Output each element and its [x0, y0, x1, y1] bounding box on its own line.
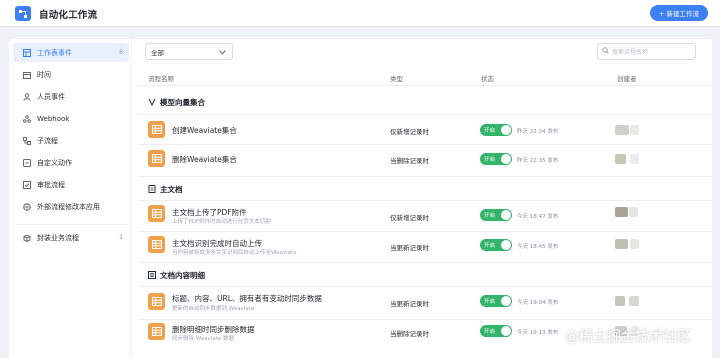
publish-time: 今天 19:04 发布	[517, 300, 559, 306]
sidebar-item-label: 审批流程	[37, 180, 65, 189]
search-icon	[602, 47, 609, 56]
sidebar: 工作表事件 6 时间 人员事件 Webhook 子流程 自定义动作 审批流程 外…	[9, 39, 131, 358]
creator-avatar	[615, 124, 643, 136]
group-title: 模型向量集合	[148, 97, 205, 108]
row-divider	[138, 319, 712, 320]
group-title: 主文档	[148, 184, 183, 195]
external-flow-icon	[23, 202, 31, 211]
row-divider	[138, 114, 712, 115]
header-divider	[138, 85, 712, 86]
creator-avatar	[615, 238, 643, 250]
package-icon	[23, 233, 31, 242]
sidebar-item-label: Webhook	[37, 114, 70, 123]
sidebar-divider	[17, 224, 127, 225]
table-icon	[148, 323, 165, 340]
row-divider	[138, 144, 712, 145]
status-toggle[interactable]: 开启	[480, 325, 512, 337]
search-placeholder: 搜索流程名称	[612, 49, 649, 56]
row-divider	[138, 262, 712, 263]
status-toggle[interactable]: 开启	[480, 124, 512, 136]
column-header-name: 流程名称	[148, 75, 174, 83]
column-header-creator: 创建者	[617, 75, 637, 83]
workflow-type: 当更新记录时	[390, 244, 429, 252]
row-divider	[138, 176, 712, 177]
workflow-type: 当删除记录时	[390, 157, 429, 165]
workflow-name[interactable]: 标题、内容、URL、拥有者有变动时同步数据	[172, 293, 322, 304]
workflow-name[interactable]: 创建Weaviate集合	[172, 125, 237, 136]
status-toggle[interactable]: 开启	[480, 153, 512, 165]
column-header-status: 状态	[481, 75, 494, 83]
person-icon	[23, 92, 31, 101]
search-input[interactable]: 搜索流程名称	[597, 43, 696, 60]
row-divider	[138, 231, 712, 232]
sidebar-item-package-flow[interactable]: 封装业务流程 1	[13, 228, 129, 247]
sidebar-item-count: 1	[119, 234, 123, 241]
sidebar-item-label: 自定义动作	[37, 158, 72, 167]
publish-time: 昨天 22:35 发布	[517, 158, 559, 164]
sidebar-item-label: 封装业务流程	[37, 233, 79, 242]
detail-list-icon	[148, 270, 156, 281]
workflow-description: 当内容被拆成多条文字识别后自动上传至Weaviate	[172, 250, 297, 256]
page-title: 自动化工作流	[39, 10, 98, 21]
subflow-icon	[23, 136, 31, 145]
sidebar-item-count: 6	[119, 49, 123, 56]
vector-icon	[148, 98, 156, 108]
top-header: 自动化工作流 + 新建工作流	[0, 0, 720, 27]
table-icon	[148, 121, 165, 138]
sidebar-item-subflow[interactable]: 子流程	[13, 131, 129, 150]
publish-time: 今天 19:13 发布	[517, 330, 559, 336]
table-icon	[23, 48, 31, 57]
document-icon	[148, 184, 156, 195]
workflow-type: 当删除记录时	[390, 330, 429, 338]
filter-dropdown[interactable]: 全部	[145, 43, 233, 60]
sidebar-item-label: 子流程	[37, 136, 58, 145]
sidebar-item-label: 外部流程修改本应用	[37, 202, 100, 211]
creator-avatar	[615, 206, 643, 218]
workflow-description: 上传了PDF附件时自动进行分页文本切割	[172, 219, 271, 225]
table-icon	[148, 205, 165, 222]
row-divider	[138, 286, 712, 287]
calendar-icon	[23, 71, 31, 79]
new-workflow-button[interactable]: + 新建工作流	[650, 5, 708, 21]
column-header-type: 类型	[390, 75, 403, 83]
creator-avatar	[615, 295, 643, 307]
workflow-description: 同步删除 Weaviate 数据	[172, 336, 235, 342]
workflow-name[interactable]: 删除Weaviate集合	[172, 154, 237, 165]
custom-action-icon	[23, 158, 31, 167]
sidebar-item-time[interactable]: 时间	[13, 65, 129, 84]
publish-time: 今天 18:45 发布	[517, 244, 559, 250]
group-title: 文档内容明细	[148, 270, 205, 281]
publish-time: 今天 18:47 发布	[517, 214, 559, 220]
table-icon	[148, 150, 165, 167]
table-icon	[148, 236, 165, 253]
chevron-down-icon	[219, 49, 226, 57]
sidebar-item-label: 人员事件	[37, 92, 65, 101]
webhook-icon	[23, 114, 31, 123]
publish-time: 昨天 22:34 发布	[517, 129, 559, 135]
filter-selected-value: 全部	[151, 48, 164, 57]
sidebar-item-person-events[interactable]: 人员事件	[13, 87, 129, 106]
workflow-type: 当更新记录时	[390, 300, 429, 308]
sidebar-item-sheet-events[interactable]: 工作表事件 6	[13, 43, 129, 62]
main-panel: 全部 搜索流程名称 流程名称 类型 状态 创建者 模型向量集合 创建Weavia…	[132, 39, 712, 358]
workflow-type: 仅新增记录时	[390, 128, 429, 136]
sidebar-item-external-flow[interactable]: 外部流程修改本应用	[13, 197, 129, 216]
sidebar-item-approval[interactable]: 审批流程	[13, 175, 129, 194]
sidebar-item-custom-action[interactable]: 自定义动作	[13, 153, 129, 172]
creator-avatar	[615, 153, 643, 165]
workflow-description: 更新的自动同步数据到 Weaviate	[172, 306, 255, 312]
sidebar-item-webhook[interactable]: Webhook	[13, 109, 129, 128]
status-toggle[interactable]: 开启	[480, 295, 512, 307]
workflow-app-icon	[15, 6, 31, 21]
row-divider	[138, 200, 712, 201]
watermark-text: @稀土掘金技术社区	[565, 329, 691, 345]
status-toggle[interactable]: 开启	[480, 209, 512, 221]
approval-icon	[23, 180, 31, 189]
table-icon	[148, 293, 165, 310]
workflow-type: 仅新增记录时	[390, 214, 429, 222]
sidebar-item-label: 工作表事件	[37, 48, 72, 57]
sidebar-item-label: 时间	[37, 70, 51, 79]
status-toggle[interactable]: 开启	[480, 239, 512, 251]
